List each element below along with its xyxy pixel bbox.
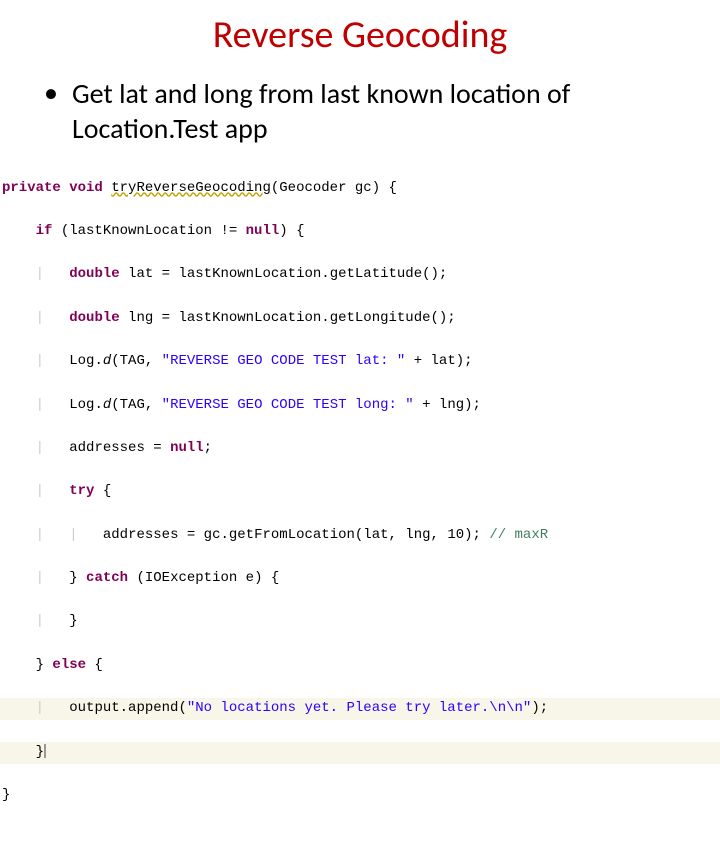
code-text: (TAG, — [111, 353, 161, 369]
method-name: tryReverseGeocoding — [111, 180, 271, 196]
code-text: } — [36, 657, 53, 673]
code-text: + lat); — [405, 353, 472, 369]
kw-private-void: private void — [2, 180, 103, 196]
kw-try: try — [69, 483, 94, 499]
code-text: } — [69, 570, 86, 586]
indent-guide: | — [36, 570, 44, 586]
comment: // maxR — [489, 527, 548, 543]
code-block: private void tryReverseGeocoding(Geocode… — [2, 156, 690, 850]
code-line: | addresses = null; — [2, 438, 690, 460]
string-literal: "REVERSE GEO CODE TEST long: " — [162, 397, 414, 413]
code-line: | } — [2, 611, 690, 633]
kw-double: double — [69, 266, 119, 282]
code-text: Log. — [69, 397, 103, 413]
code-line: private void tryReverseGeocoding(Geocode… — [2, 178, 690, 200]
code-line: } else { — [2, 655, 690, 677]
string-literal: "REVERSE GEO CODE TEST lat: " — [162, 353, 406, 369]
code-text: } — [69, 613, 77, 629]
code-line: | double lat = lastKnownLocation.getLati… — [2, 264, 690, 286]
code-text: ); — [531, 700, 548, 716]
indent-guide: | — [36, 613, 44, 629]
code-line: | | addresses = gc.getFromLocation(lat, … — [2, 525, 690, 547]
code-line: | Log.d(TAG, "REVERSE GEO CODE TEST long… — [2, 395, 690, 417]
code-text: } — [2, 787, 10, 803]
code-text: (lastKnownLocation != — [52, 223, 245, 239]
code-text: d — [103, 397, 111, 413]
kw-null: null — [246, 223, 280, 239]
code-text: (IOException e) { — [128, 570, 279, 586]
code-text: ; — [204, 440, 212, 456]
slide: Reverse Geocoding • Get lat and long fro… — [0, 0, 720, 540]
slide-title: Reverse Geocoding — [30, 12, 690, 58]
kw-if: if — [36, 223, 53, 239]
code-line: | try { — [2, 481, 690, 503]
code-line: | double lng = lastKnownLocation.getLong… — [2, 308, 690, 330]
indent-guide: | — [36, 527, 44, 543]
code-text: lat = lastKnownLocation.getLatitude(); — [120, 266, 448, 282]
indent-guide: | — [36, 440, 44, 456]
indent-guide: | — [36, 310, 44, 326]
highlight-bg — [0, 742, 720, 764]
code-text: { — [86, 657, 103, 673]
indent-guide: | — [36, 266, 44, 282]
bullet-item: • Get lat and long from last known locat… — [30, 76, 690, 146]
code-text: d — [103, 353, 111, 369]
kw-null: null — [170, 440, 204, 456]
indent-guide: | — [69, 527, 77, 543]
code-line: } — [2, 742, 690, 764]
indent-guide: | — [36, 483, 44, 499]
bullet-marker: • — [44, 76, 58, 110]
bullet-text: Get lat and long from last known locatio… — [72, 76, 690, 146]
code-text: (TAG, — [111, 397, 161, 413]
code-line: | output.append("No locations yet. Pleas… — [2, 698, 690, 720]
string-literal: "No locations yet. Please try later.\n\n… — [187, 700, 531, 716]
code-text: } — [36, 744, 44, 760]
code-text: ) { — [279, 223, 304, 239]
kw-else: else — [52, 657, 86, 673]
code-line: | } catch (IOException e) { — [2, 568, 690, 590]
kw-double: double — [69, 310, 119, 326]
code-text: addresses = — [69, 440, 170, 456]
code-text: output.append( — [69, 700, 187, 716]
code-text: lng = lastKnownLocation.getLongitude(); — [120, 310, 456, 326]
code-text: Log. — [69, 353, 103, 369]
code-line: } — [2, 785, 690, 807]
method-args: (Geocoder gc) { — [271, 180, 397, 196]
code-line: if (lastKnownLocation != null) { — [2, 221, 690, 243]
code-text: + lng); — [414, 397, 481, 413]
code-line: | Log.d(TAG, "REVERSE GEO CODE TEST lat:… — [2, 351, 690, 373]
indent-guide: | — [36, 397, 44, 413]
indent-guide: | — [36, 700, 44, 716]
code-text: { — [94, 483, 111, 499]
code-text: addresses = gc.getFromLocation(lat, lng,… — [103, 527, 489, 543]
kw-catch: catch — [86, 570, 128, 586]
indent-guide: | — [36, 353, 44, 369]
cursor-icon — [44, 744, 46, 758]
